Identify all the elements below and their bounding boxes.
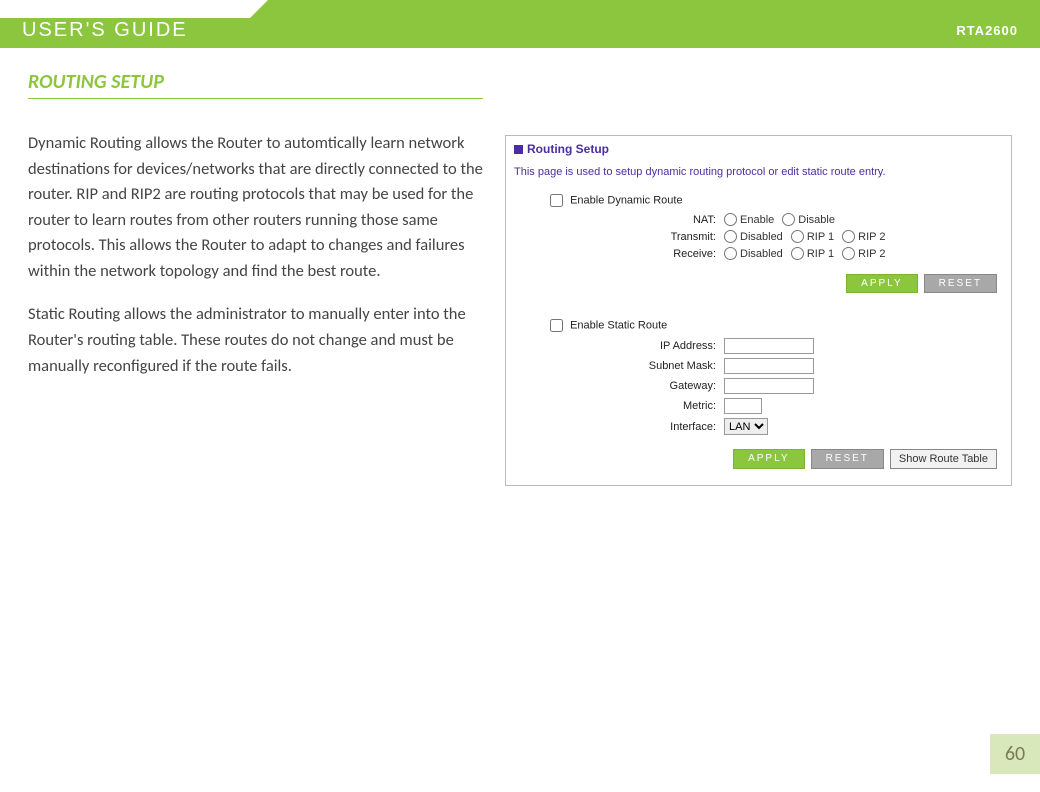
transmit-label: Transmit: [514, 231, 724, 243]
static-buttons: APPLY RESET Show Route Table [514, 437, 1003, 475]
reset-button[interactable]: RESET [924, 274, 997, 293]
header-tab-notch [0, 0, 250, 18]
enable-dynamic-route-checkbox[interactable] [550, 194, 563, 207]
routing-setup-panel: Routing Setup This page is used to setup… [505, 135, 1012, 486]
receive-label: Receive: [514, 248, 724, 260]
nat-enable-option[interactable]: Enable [724, 213, 774, 226]
nat-disable-radio[interactable] [782, 213, 795, 226]
receive-rip2-radio[interactable] [842, 247, 855, 260]
transmit-rip1-option[interactable]: RIP 1 [791, 230, 834, 243]
transmit-rip1-radio[interactable] [791, 230, 804, 243]
subnet-mask-row: Subnet Mask: [514, 356, 1003, 376]
panel-title-icon [514, 145, 523, 154]
page-number: 60 [990, 734, 1040, 774]
enable-dynamic-route-label: Enable Dynamic Route [570, 194, 683, 206]
header-title: USER'S GUIDE [22, 19, 188, 42]
transmit-disabled-option[interactable]: Disabled [724, 230, 783, 243]
receive-rip2-option[interactable]: RIP 2 [842, 247, 885, 260]
interface-label: Interface: [514, 421, 724, 433]
transmit-disabled-radio[interactable] [724, 230, 737, 243]
section-title: ROUTING SETUP [28, 70, 483, 99]
dynamic-buttons: APPLY RESET [514, 262, 1003, 299]
receive-rip1-option[interactable]: RIP 1 [791, 247, 834, 260]
gateway-label: Gateway: [514, 380, 724, 392]
enable-static-route-checkbox[interactable] [550, 319, 563, 332]
nat-enable-radio[interactable] [724, 213, 737, 226]
nat-disable-option[interactable]: Disable [782, 213, 835, 226]
subnet-mask-label: Subnet Mask: [514, 360, 724, 372]
apply-button-2[interactable]: APPLY [733, 449, 805, 469]
metric-row: Metric: [514, 396, 1003, 416]
subnet-mask-input[interactable] [724, 358, 814, 374]
receive-row: Receive: Disabled RIP 1 RIP 2 [514, 245, 1003, 262]
gateway-input[interactable] [724, 378, 814, 394]
apply-button[interactable]: APPLY [846, 274, 918, 293]
transmit-rip2-option[interactable]: RIP 2 [842, 230, 885, 243]
paragraph-static-routing: Static Routing allows the administrator … [28, 302, 483, 379]
receive-disabled-radio[interactable] [724, 247, 737, 260]
panel-title: Routing Setup [514, 142, 1003, 160]
reset-button-2[interactable]: RESET [811, 449, 884, 469]
ip-address-input[interactable] [724, 338, 814, 354]
interface-select[interactable]: LAN [724, 418, 768, 435]
gateway-row: Gateway: [514, 376, 1003, 396]
interface-row: Interface: LAN [514, 416, 1003, 437]
transmit-rip2-radio[interactable] [842, 230, 855, 243]
panel-description: This page is used to setup dynamic routi… [514, 160, 1003, 188]
enable-static-route-label: Enable Static Route [570, 319, 667, 331]
metric-input[interactable] [724, 398, 762, 414]
nat-row: NAT: Enable Disable [514, 211, 1003, 228]
enable-static-route-row: Enable Static Route [514, 313, 1003, 336]
document-header: USER'S GUIDE RTA2600 [0, 0, 1040, 48]
panel-title-text: Routing Setup [527, 142, 609, 156]
transmit-row: Transmit: Disabled RIP 1 RIP 2 [514, 228, 1003, 245]
left-column: ROUTING SETUP Dynamic Routing allows the… [28, 70, 483, 486]
paragraph-dynamic-routing: Dynamic Routing allows the Router to aut… [28, 131, 483, 284]
header-model: RTA2600 [956, 23, 1018, 38]
receive-disabled-option[interactable]: Disabled [724, 247, 783, 260]
page-content: ROUTING SETUP Dynamic Routing allows the… [0, 48, 1040, 486]
right-column: Routing Setup This page is used to setup… [505, 70, 1012, 486]
receive-rip1-radio[interactable] [791, 247, 804, 260]
metric-label: Metric: [514, 400, 724, 412]
ip-address-row: IP Address: [514, 336, 1003, 356]
ip-address-label: IP Address: [514, 340, 724, 352]
show-route-table-button[interactable]: Show Route Table [890, 449, 997, 469]
enable-dynamic-route-row: Enable Dynamic Route [514, 188, 1003, 211]
nat-label: NAT: [514, 214, 724, 226]
